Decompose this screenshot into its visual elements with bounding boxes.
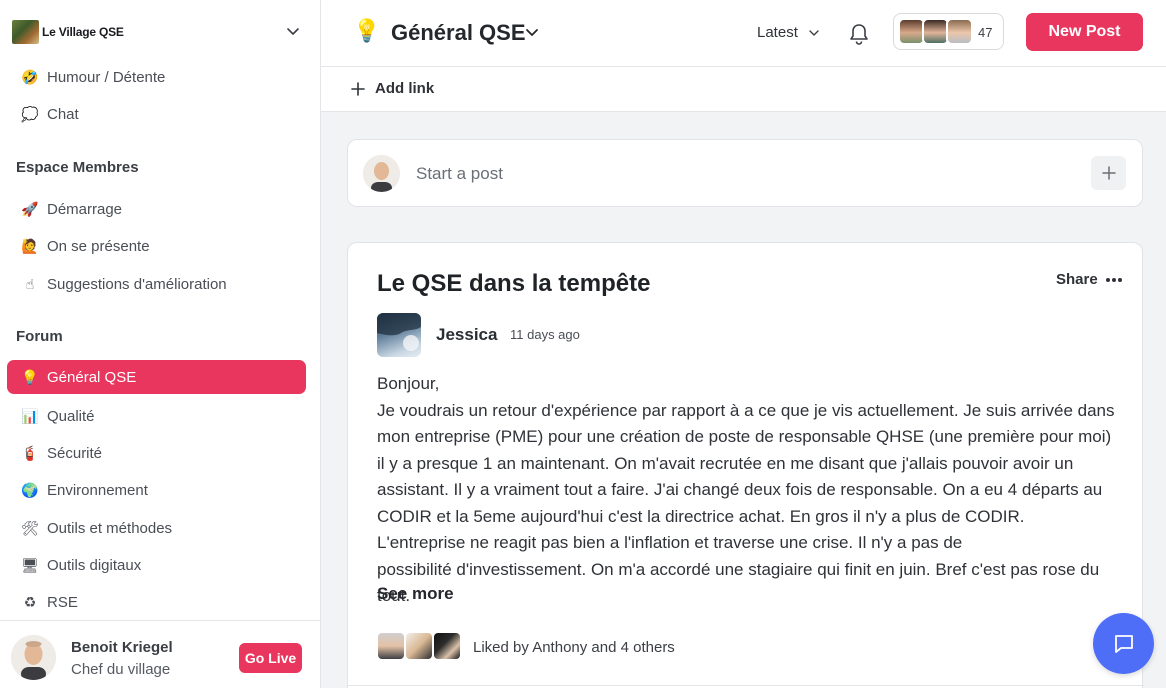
composer-placeholder[interactable]: Start a post (416, 164, 503, 184)
sidebar-item-outils-methodes[interactable]: 🛠 Outils et méthodes (7, 511, 306, 545)
post-greeting: Bonjour, (377, 374, 440, 393)
member-count: 47 (978, 25, 993, 40)
space-subbar: Add link (321, 67, 1166, 112)
post-composer[interactable]: Start a post (347, 139, 1143, 207)
likers-avatars[interactable] (376, 631, 462, 661)
more-options-icon[interactable] (1105, 277, 1123, 283)
post-text: Je voudrais un retour d'expérience par r… (377, 400, 1115, 553)
sidebar-item-humour[interactable]: 🤣 Humour / Détente (7, 60, 306, 94)
chat-launcher-button[interactable] (1093, 613, 1154, 674)
sidebar-item-presentation[interactable]: 🙋 On se présente (7, 229, 306, 263)
post-author[interactable]: Jessica (436, 325, 497, 345)
avatar (363, 155, 400, 192)
section-heading-forum: Forum (16, 328, 63, 345)
members-button[interactable]: 47 (893, 13, 1004, 50)
sidebar-item-label: On se présente (47, 237, 150, 255)
sidebar-item-label: Suggestions d'amélioration (47, 275, 227, 293)
light-bulb-icon: 💡 (353, 18, 381, 43)
avatar (376, 631, 406, 661)
community-name: Le Village QSE (42, 25, 124, 39)
section-heading-members: Espace Membres (16, 159, 139, 176)
divider (348, 685, 1144, 686)
desktop-computer-icon: 🖥 (21, 556, 39, 573)
post-text-truncated: possibilité d'investissement. On m'a acc… (377, 559, 1100, 606)
fire-extinguisher-icon: 🧯 (21, 444, 39, 461)
sidebar-item-label: Sécurité (47, 444, 103, 462)
current-user-role: Chef du village (71, 661, 171, 678)
sidebar: Le Village QSE 🤣 Humour / Détente 💭 Chat E… (0, 0, 321, 688)
space-header: 💡 Général QSE Latest 47 New Post (321, 0, 1166, 67)
avatar[interactable] (11, 635, 56, 680)
avatar (922, 18, 949, 45)
sidebar-item-outils-digitaux[interactable]: 🖥 Outils digitaux (7, 548, 306, 582)
raising-hand-icon: 🙋 (21, 237, 39, 254)
go-live-button[interactable]: Go Live (239, 643, 302, 673)
light-bulb-icon: 💡 (21, 368, 39, 385)
plus-icon (1101, 166, 1116, 180)
sidebar-item-label: Outils digitaux (47, 556, 142, 574)
sidebar-item-suggestions[interactable]: ☝ Suggestions d'amélioration (7, 267, 306, 301)
tools-icon: 🛠 (21, 519, 39, 536)
avatar (432, 631, 462, 661)
chat-icon (1114, 634, 1133, 653)
liked-by-text[interactable]: Liked by Anthony and 4 others (473, 639, 675, 656)
globe-icon: 🌍 (21, 481, 39, 498)
sidebar-item-qualite[interactable]: 📊 Qualité (7, 399, 306, 433)
sidebar-item-environnement[interactable]: 🌍 Environnement (7, 473, 306, 507)
add-link-label: Add link (375, 80, 435, 97)
sidebar-item-chat[interactable]: 💭 Chat (7, 97, 306, 131)
sidebar-item-label: Général QSE (47, 368, 137, 386)
rofl-emoji-icon: 🤣 (21, 68, 39, 85)
sidebar-item-label: RSE (47, 593, 78, 611)
sidebar-item-label: Démarrage (47, 200, 123, 218)
community-logo (12, 20, 39, 44)
current-user-bar: Benoit Kriegel Chef du village Go Live (0, 620, 320, 688)
avatar (946, 18, 973, 45)
index-pointing-up-icon: ☝ (25, 275, 35, 292)
recycle-icon: ♻ (23, 593, 37, 610)
space-title[interactable]: Général QSE (391, 20, 526, 46)
sidebar-item-label: Environnement (47, 481, 148, 499)
sidebar-item-general-qse[interactable]: 💡 Général QSE (7, 360, 306, 394)
sidebar-item-demarrage[interactable]: 🚀 Démarrage (7, 192, 306, 226)
plus-icon (351, 81, 365, 96)
post-body: Bonjour, Je voudrais un retour d'expérie… (377, 371, 1115, 610)
chevron-down-icon[interactable] (286, 24, 300, 38)
chevron-down-icon (809, 29, 819, 36)
sidebar-item-securite[interactable]: 🧯 Sécurité (7, 436, 306, 470)
bar-chart-icon: 📊 (21, 407, 39, 424)
bell-icon[interactable] (848, 22, 870, 46)
avatar[interactable] (377, 313, 421, 357)
add-link-button[interactable]: Add link (350, 80, 434, 97)
avatar (404, 631, 434, 661)
see-more-link[interactable]: See more (377, 584, 454, 604)
rocket-icon: 🚀 (21, 200, 39, 217)
share-button[interactable]: Share (1056, 271, 1098, 288)
chevron-down-icon[interactable] (525, 25, 539, 39)
sort-label: Latest (757, 24, 798, 41)
sidebar-item-label: Chat (47, 105, 79, 123)
sidebar-item-label: Qualité (47, 407, 95, 425)
post-card: Le QSE dans la tempête Share Jessica 11 … (347, 242, 1144, 688)
composer-add-button[interactable] (1091, 156, 1126, 190)
community-switcher[interactable]: Le Village QSE (0, 0, 320, 64)
sort-dropdown[interactable]: Latest (757, 24, 820, 41)
sidebar-item-label: Humour / Détente (47, 68, 166, 86)
sidebar-item-label: Outils et méthodes (47, 519, 173, 537)
avatar (898, 18, 925, 45)
thought-bubble-icon: 💭 (21, 105, 39, 122)
post-title[interactable]: Le QSE dans la tempête (377, 270, 650, 298)
post-timestamp: 11 days ago (510, 327, 580, 342)
sidebar-item-rse[interactable]: ♻ RSE (7, 585, 306, 619)
new-post-button[interactable]: New Post (1026, 13, 1143, 51)
current-user-name: Benoit Kriegel (71, 639, 173, 656)
